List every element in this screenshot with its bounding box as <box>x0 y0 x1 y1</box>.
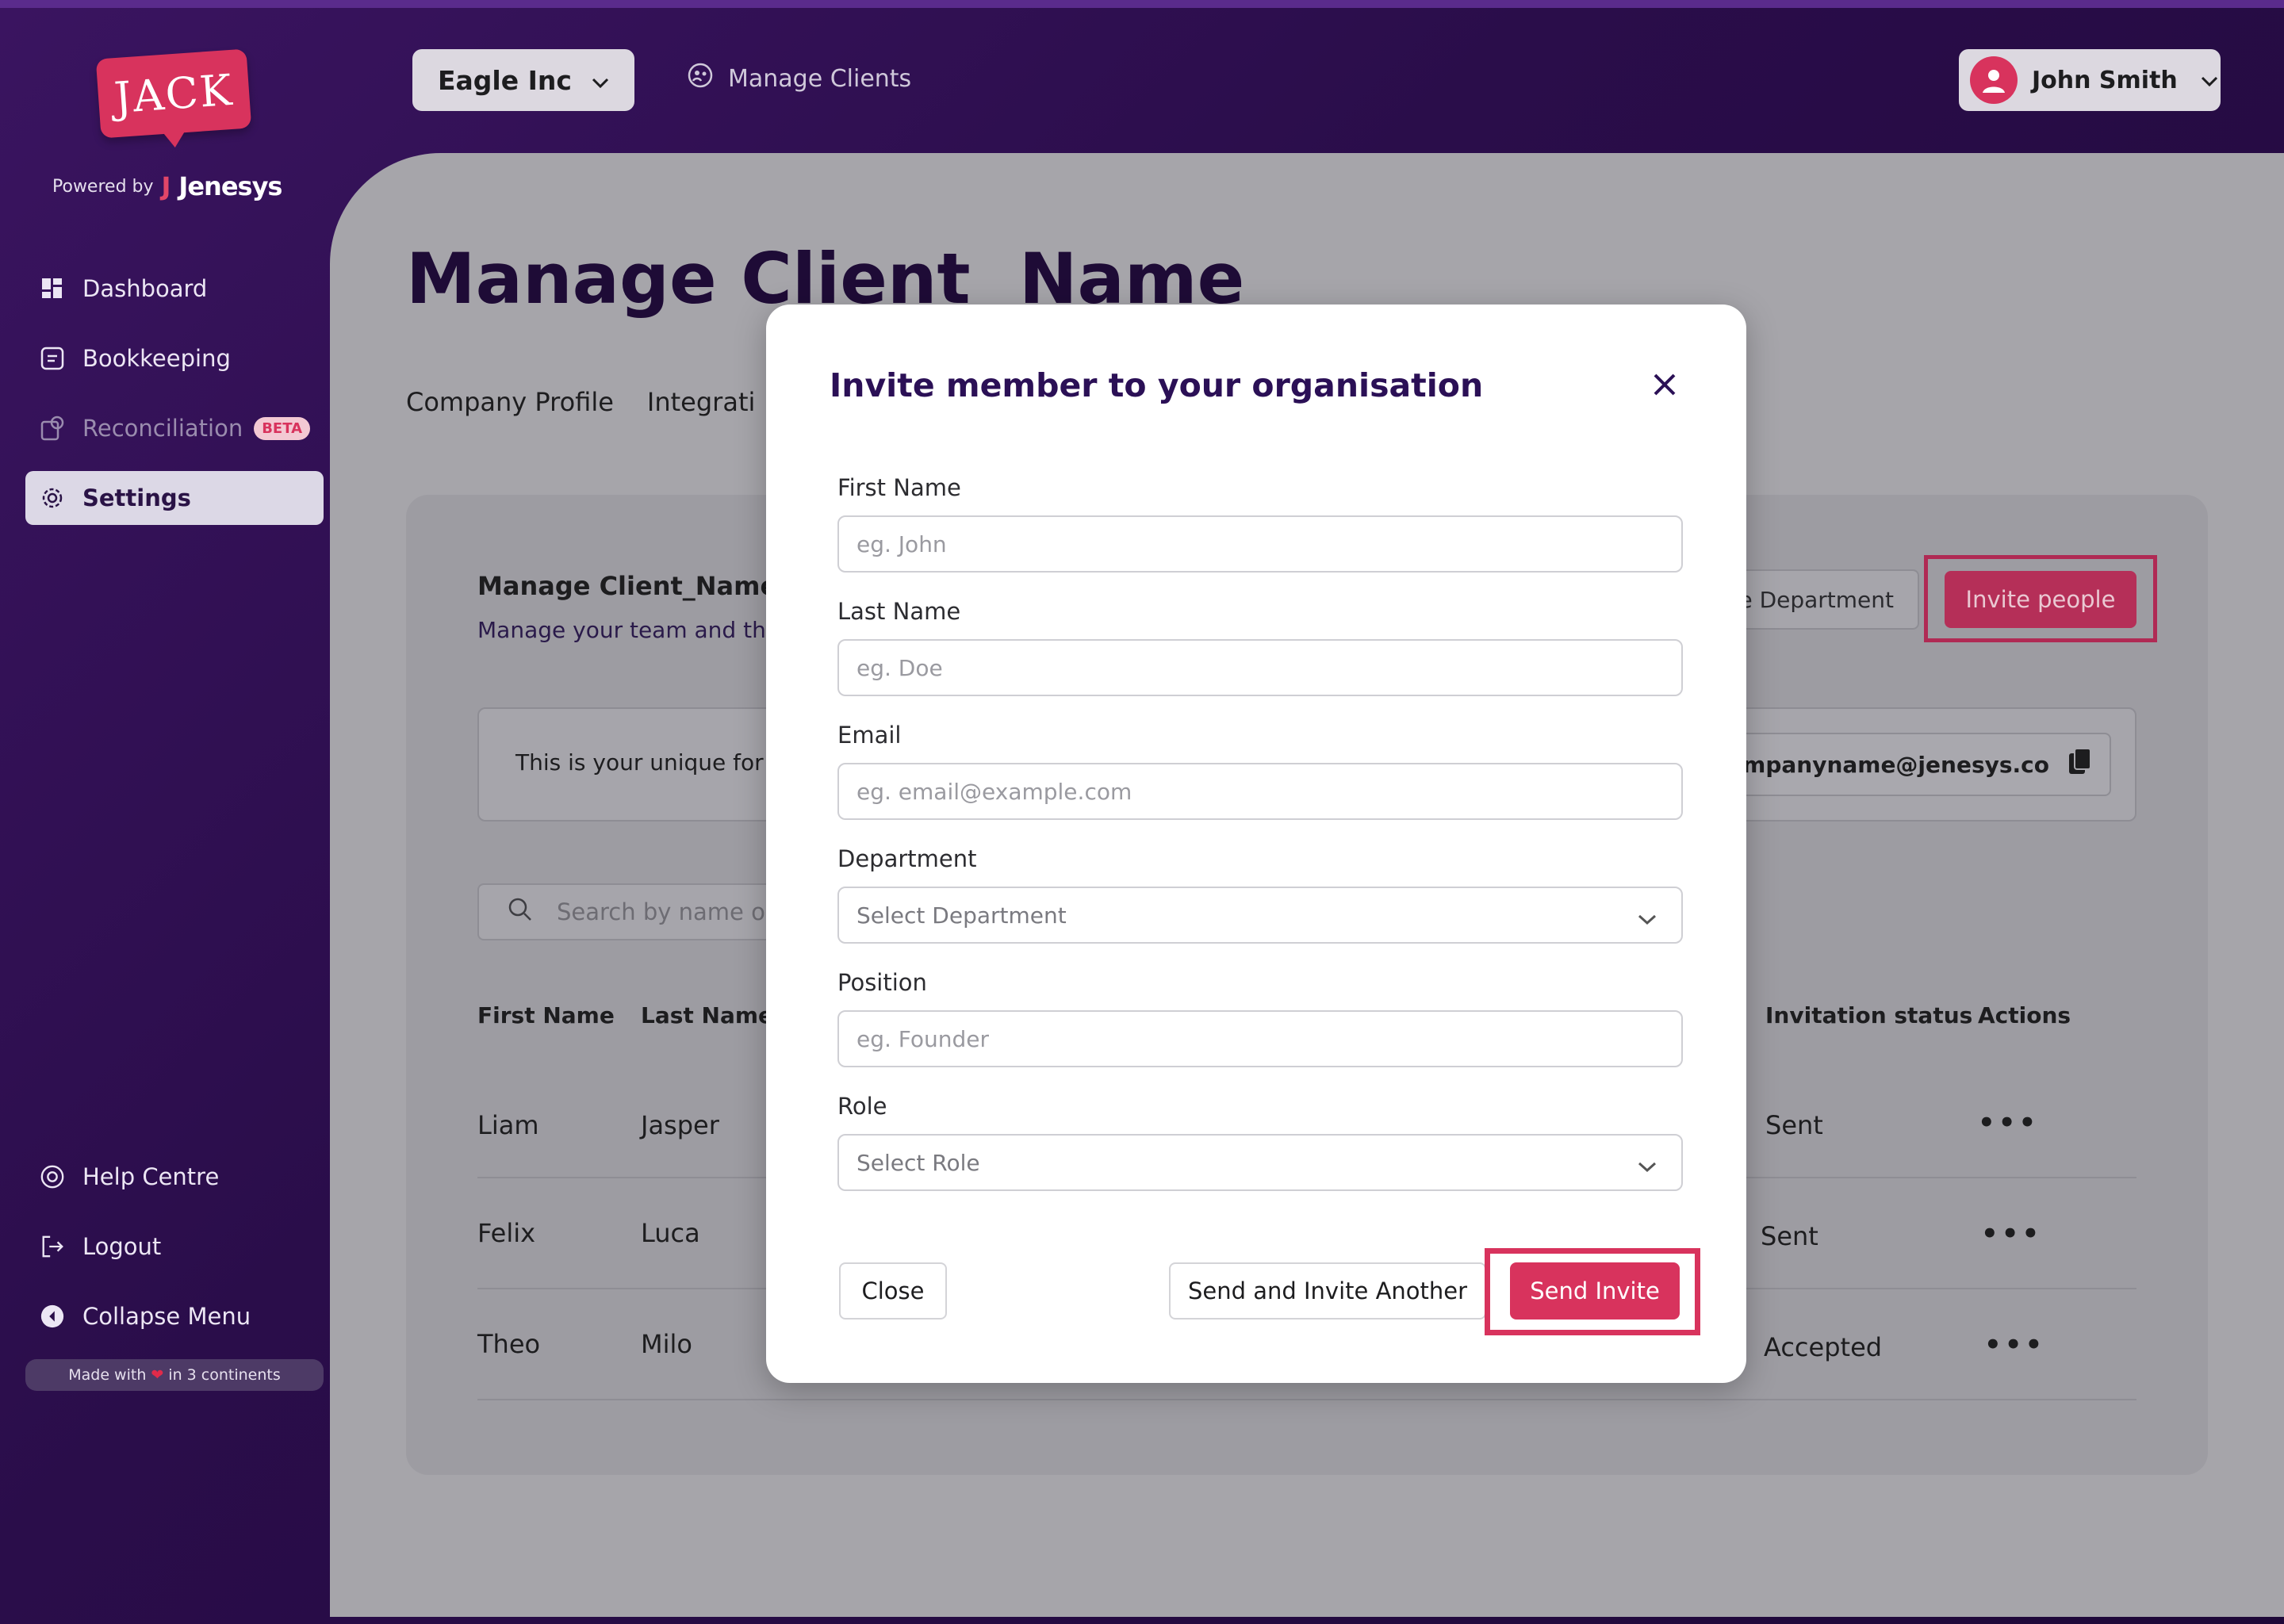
close-icon[interactable] <box>1645 365 1684 404</box>
client-name: Eagle Inc <box>438 64 572 96</box>
table-cell-last-name: Luca <box>641 1218 700 1248</box>
logout-icon <box>40 1234 65 1259</box>
position-label: Position <box>837 969 927 996</box>
manage-clients-label: Manage Clients <box>728 64 912 93</box>
powered-by-label: Powered by <box>52 176 154 197</box>
sidebar-item-label: Logout <box>82 1233 162 1260</box>
section-title: Manage Client_Name <box>477 571 778 601</box>
book-icon <box>40 346 65 371</box>
settings-tabs: Company Profile Integrati <box>406 387 755 417</box>
chevron-down-icon <box>1637 906 1657 932</box>
sidebar-item-help-centre[interactable]: Help Centre <box>25 1150 324 1204</box>
last-name-label: Last Name <box>837 598 961 625</box>
department-select[interactable]: Select Department <box>837 887 1683 944</box>
sidebar: JACK Powered by J Jenesys Dashboard Book… <box>0 0 330 1624</box>
powered-by: Powered by J Jenesys <box>52 171 282 201</box>
chevron-down-icon <box>1637 1153 1657 1179</box>
invite-member-modal: Invite member to your organisation First… <box>766 304 1746 1383</box>
last-name-input[interactable] <box>837 639 1683 696</box>
sidebar-item-collapse-menu[interactable]: Collapse Menu <box>25 1289 324 1343</box>
collapse-icon <box>40 1304 65 1329</box>
send-invite-button[interactable]: Send Invite <box>1510 1262 1680 1320</box>
row-actions-button[interactable]: ••• <box>1984 1329 2045 1361</box>
send-and-invite-another-button[interactable]: Send and Invite Another <box>1169 1262 1486 1320</box>
first-name-label: First Name <box>837 474 961 501</box>
tab-integrations[interactable]: Integrati <box>647 387 755 417</box>
dashboard-icon <box>40 276 65 301</box>
row-actions-button[interactable]: ••• <box>1981 1218 2042 1250</box>
heart-icon: ❤ <box>151 1366 164 1384</box>
jack-logo[interactable]: JACK <box>95 48 254 143</box>
sidebar-item-dashboard[interactable]: Dashboard <box>25 262 324 316</box>
chevron-down-icon <box>2200 67 2219 94</box>
gear-icon <box>40 485 65 511</box>
avatar <box>1970 56 2018 104</box>
forward-email-text: This is your unique for <box>515 749 764 776</box>
position-input[interactable] <box>837 1010 1683 1067</box>
table-cell-first-name: Theo <box>477 1329 541 1359</box>
table-cell-status: Sent <box>1761 1221 1818 1251</box>
sidebar-item-reconciliation[interactable]: Reconciliation BETA <box>25 401 324 455</box>
role-select[interactable]: Select Role <box>837 1134 1683 1191</box>
copy-icon[interactable] <box>2067 747 2094 783</box>
table-cell-last-name: Jasper <box>641 1110 719 1140</box>
role-label: Role <box>837 1093 887 1120</box>
logo-text: JACK <box>95 48 252 139</box>
search-placeholder: Search by name or <box>557 898 775 925</box>
row-divider <box>477 1399 2136 1400</box>
jenesys-logo: Jenesys <box>178 171 282 201</box>
column-header-last-name: Last Name <box>641 1002 774 1028</box>
sidebar-item-label: Dashboard <box>82 275 208 302</box>
sidebar-item-label: Help Centre <box>82 1163 220 1190</box>
column-header-first-name: First Name <box>477 1002 615 1028</box>
tab-company-profile[interactable]: Company Profile <box>406 387 614 417</box>
lifebuoy-icon <box>40 1164 65 1189</box>
forward-email-address: mpanyname@jenesys.co <box>1742 751 2049 778</box>
sidebar-item-settings[interactable]: Settings <box>25 471 324 525</box>
role-select-value: Select Role <box>856 1149 980 1176</box>
section-subtitle: Manage your team and th <box>477 617 766 643</box>
department-label: Department <box>837 845 977 872</box>
invite-people-button[interactable]: Invite people <box>1945 571 2136 628</box>
top-accent-line <box>0 0 2284 8</box>
jenesys-logo-mark: J <box>161 171 171 201</box>
made-with-suffix: in 3 continents <box>168 1366 281 1384</box>
chevron-down-icon <box>591 65 610 96</box>
forward-email-copy[interactable]: mpanyname@jenesys.co <box>1718 733 2111 796</box>
first-name-input[interactable] <box>837 515 1683 573</box>
table-cell-last-name: Milo <box>641 1329 692 1359</box>
close-button[interactable]: Close <box>839 1262 947 1320</box>
manage-clients-link[interactable]: Manage Clients <box>687 62 911 95</box>
column-header-invitation-status: Invitation status <box>1765 1002 1973 1028</box>
column-header-actions: Actions <box>1978 1002 2071 1028</box>
table-cell-status: Accepted <box>1764 1332 1883 1362</box>
user-menu[interactable]: John Smith <box>1959 49 2221 111</box>
sidebar-item-label: Reconciliation <box>82 415 243 442</box>
sidebar-item-bookkeeping[interactable]: Bookkeeping <box>25 331 324 385</box>
sidebar-item-logout[interactable]: Logout <box>25 1220 324 1274</box>
modal-title: Invite member to your organisation <box>830 366 1484 404</box>
sidebar-item-label: Settings <box>82 485 191 511</box>
row-actions-button[interactable]: ••• <box>1978 1107 2039 1139</box>
clients-icon <box>687 62 714 95</box>
search-icon <box>508 897 533 928</box>
ai-reconcile-icon <box>40 416 65 441</box>
sidebar-item-label: Bookkeeping <box>82 345 231 372</box>
beta-badge: BETA <box>254 416 311 440</box>
client-selector[interactable]: Eagle Inc <box>412 49 634 111</box>
user-name: John Smith <box>2032 66 2178 94</box>
made-with-badge: Made with ❤ in 3 continents <box>25 1359 324 1391</box>
table-cell-first-name: Liam <box>477 1110 539 1140</box>
email-input[interactable] <box>837 763 1683 820</box>
department-select-value: Select Department <box>856 902 1067 929</box>
sidebar-item-label: Collapse Menu <box>82 1303 251 1330</box>
table-cell-first-name: Felix <box>477 1218 536 1248</box>
email-label: Email <box>837 722 902 749</box>
made-with-prefix: Made with <box>68 1366 147 1384</box>
table-cell-status: Sent <box>1765 1110 1823 1140</box>
